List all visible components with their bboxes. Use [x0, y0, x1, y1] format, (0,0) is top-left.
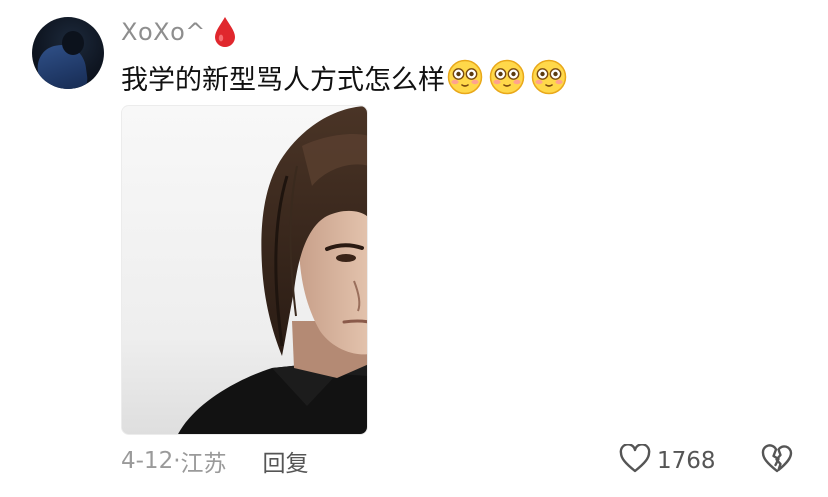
flushed-face-icon — [531, 59, 567, 95]
username[interactable]: XoXo^ — [121, 18, 206, 46]
portrait-image — [122, 106, 367, 434]
like-count: 1768 — [657, 448, 716, 474]
heart-outline-icon — [619, 443, 651, 478]
emoji-group — [447, 59, 573, 95]
broken-heart-icon — [761, 444, 793, 478]
comment-footer: 4-12 · 江苏 回复 1768 — [121, 443, 801, 478]
flushed-face-icon — [447, 59, 483, 95]
flushed-face-icon — [489, 59, 525, 95]
comment-item: XoXo^ 我学的新型骂人方式怎么样 4-12 · 江苏 回复 1768 — [0, 0, 828, 497]
blood-drop-icon — [214, 16, 236, 48]
comment-location: 江苏 — [180, 451, 227, 477]
meta-separator: · — [173, 448, 181, 474]
avatar-head — [62, 31, 84, 55]
like-button[interactable]: 1768 — [619, 443, 716, 478]
author-row: XoXo^ — [121, 14, 236, 50]
comment-text: 我学的新型骂人方式怎么样 — [121, 64, 445, 96]
dislike-button[interactable] — [761, 444, 793, 478]
comment-date: 4-12 — [121, 448, 174, 474]
comment-text-row: 我学的新型骂人方式怎么样 — [121, 56, 573, 98]
attached-photo[interactable] — [121, 105, 368, 435]
reply-button[interactable]: 回复 — [263, 444, 309, 478]
avatar[interactable] — [32, 17, 104, 89]
